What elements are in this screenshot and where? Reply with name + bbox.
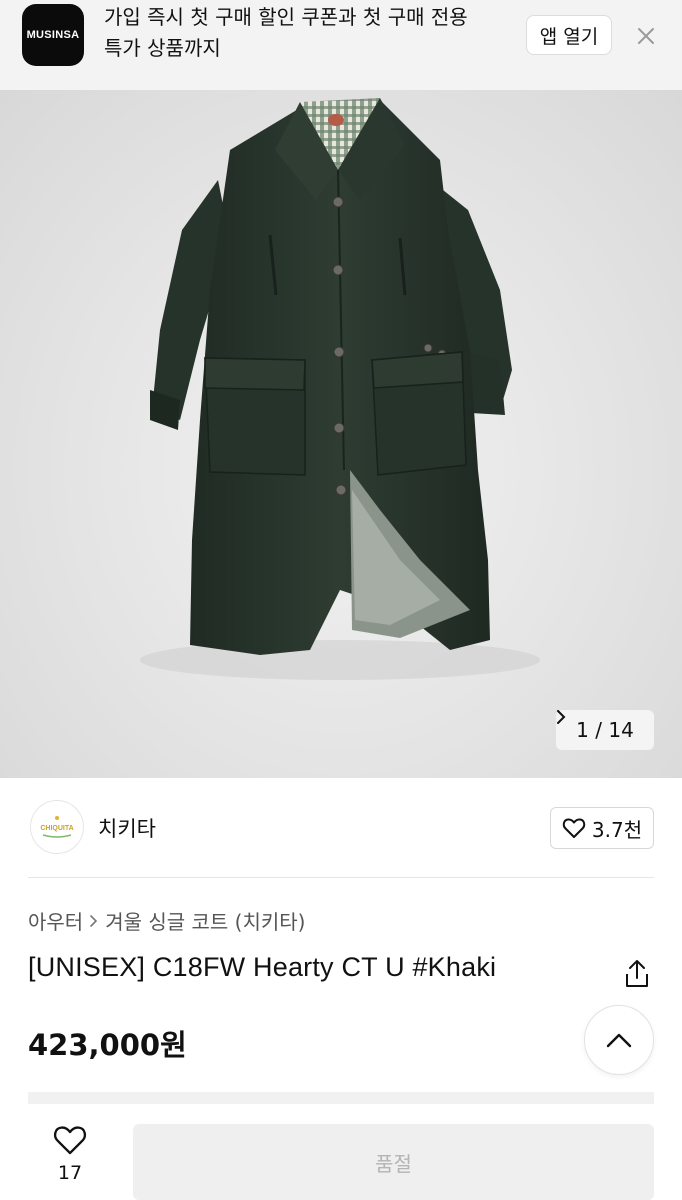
banner-message: 가입 즉시 첫 구매 할인 쿠폰과 첫 구매 전용 특가 상품까지: [104, 2, 504, 64]
breadcrumb: 아우터 겨울 싱글 코트 (치키타): [28, 906, 305, 935]
open-app-button[interactable]: 앱 열기: [526, 15, 612, 55]
section-separator: [28, 1092, 654, 1104]
brand-name[interactable]: 치키타: [98, 813, 156, 843]
wishlist-count: 17: [57, 1162, 83, 1184]
breadcrumb-category[interactable]: 아우터: [28, 906, 83, 935]
musinsa-logo-text: MUSINSA: [26, 29, 80, 41]
chiquita-logo-icon: CHIQUITA: [40, 816, 74, 838]
product-title: [UNISEX] C18FW Hearty CT U #Khaki: [28, 952, 497, 982]
divider: [28, 877, 654, 878]
brand-logo[interactable]: CHIQUITA: [30, 800, 84, 854]
breadcrumb-subcategory[interactable]: 겨울 싱글 코트 (치키타): [105, 906, 305, 935]
product-image-gallery[interactable]: 1 / 14: [0, 90, 682, 778]
chevron-up-icon: [606, 1033, 632, 1048]
share-button[interactable]: [622, 958, 652, 990]
gallery-pager[interactable]: 1 / 14: [556, 710, 654, 750]
close-icon: [638, 28, 654, 44]
brand-row: CHIQUITA 치키타 3.7천: [0, 800, 682, 860]
app-install-banner: MUSINSA 가입 즉시 첫 구매 할인 쿠폰과 첫 구매 전용 특가 상품까…: [0, 0, 682, 90]
chevron-right-icon: [90, 914, 98, 927]
wishlist-button[interactable]: 17: [40, 1124, 100, 1196]
heart-outline-icon: [53, 1126, 87, 1155]
product-price: 423,000원: [28, 1028, 187, 1062]
scroll-to-top-button[interactable]: [584, 1005, 654, 1075]
product-photo-coat: [140, 98, 540, 680]
heart-outline-icon: [562, 818, 586, 838]
sold-out-button[interactable]: 품절: [133, 1124, 654, 1200]
close-banner-button[interactable]: [630, 20, 662, 52]
share-icon: [626, 960, 648, 987]
gallery-pager-text: 1 / 14: [576, 718, 634, 742]
brand-like-button[interactable]: 3.7천: [550, 807, 654, 849]
banner-message-line2: 특가 상품까지: [104, 36, 221, 60]
musinsa-app-logo: MUSINSA: [22, 4, 84, 66]
bottom-purchase-bar: 17 품절: [0, 1104, 682, 1200]
banner-message-line1: 가입 즉시 첫 구매 할인 쿠폰과 첫 구매 전용: [104, 5, 468, 29]
chevron-right-icon: [557, 710, 566, 724]
brand-like-count: 3.7천: [591, 817, 643, 842]
svg-text:CHIQUITA: CHIQUITA: [40, 825, 73, 832]
